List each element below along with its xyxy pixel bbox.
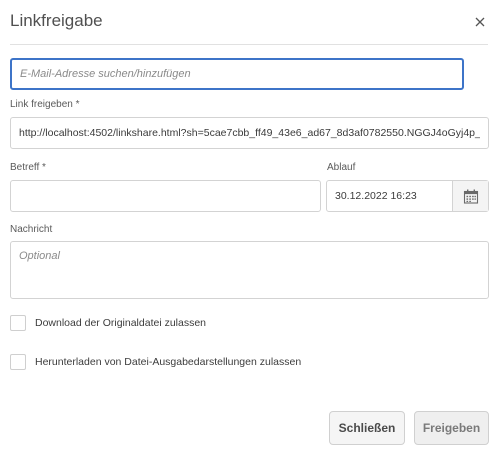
message-textarea[interactable] (11, 242, 488, 298)
expiry-label: Ablauf (327, 162, 356, 173)
download-original-option[interactable]: Download der Originaldatei zulassen (10, 315, 206, 331)
message-field[interactable] (10, 241, 489, 299)
message-label: Nachricht (10, 224, 53, 235)
email-search-input[interactable] (12, 60, 462, 88)
email-search-field[interactable] (10, 58, 464, 90)
header-divider (10, 44, 488, 45)
calendar-icon (463, 189, 478, 204)
download-renditions-checkbox[interactable] (10, 354, 26, 370)
close-icon[interactable] (474, 16, 486, 28)
download-renditions-option[interactable]: Herunterladen von Datei-Ausgabedarstellu… (10, 354, 301, 370)
download-original-label: Download der Originaldatei zulassen (35, 317, 207, 329)
download-original-checkbox[interactable] (10, 315, 26, 331)
subject-input[interactable] (11, 181, 320, 211)
subject-label: Betreff * (10, 162, 46, 173)
subject-field[interactable] (10, 180, 321, 212)
download-renditions-label: Herunterladen von Datei-Ausgabedarstellu… (35, 356, 302, 368)
calendar-button[interactable] (452, 181, 488, 211)
link-field[interactable] (10, 117, 489, 149)
close-button[interactable]: Schließen (329, 411, 405, 445)
link-input[interactable] (11, 118, 488, 148)
dialog-title: Linkfreigabe (10, 11, 103, 30)
link-label: Link freigeben * (10, 99, 80, 110)
expiry-input[interactable] (327, 181, 452, 211)
expiry-field[interactable] (326, 180, 489, 212)
share-button[interactable]: Freigeben (414, 411, 489, 445)
link-share-dialog: Linkfreigabe Link freigeben * Betreff * … (0, 0, 498, 457)
